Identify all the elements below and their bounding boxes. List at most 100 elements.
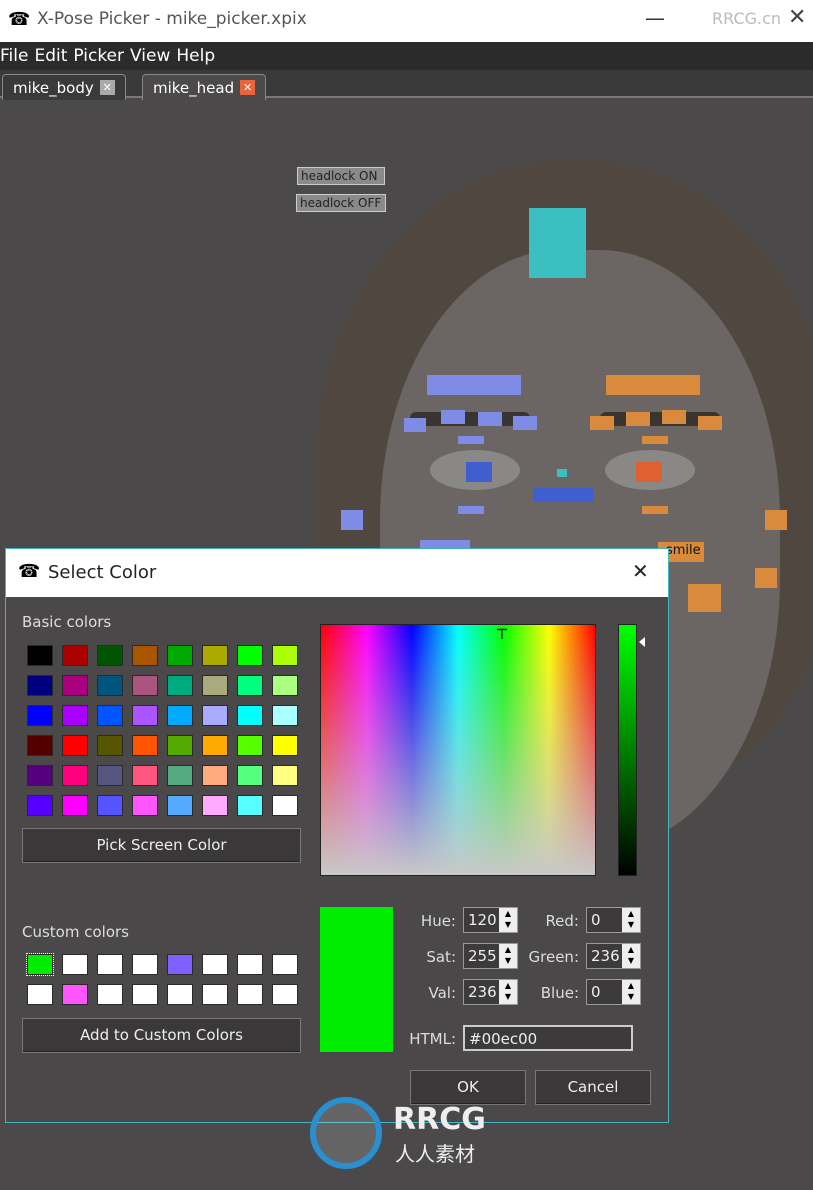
green-spinbox[interactable]: 236 ▲ ▼ (586, 943, 641, 969)
basic-color-swatch[interactable] (202, 735, 228, 756)
picker-control[interactable] (636, 462, 662, 482)
basic-color-swatch[interactable] (62, 735, 88, 756)
basic-color-swatch[interactable] (62, 645, 88, 666)
spin-arrows-icon[interactable]: ▲ ▼ (499, 980, 517, 1004)
custom-color-swatch[interactable] (97, 954, 123, 975)
custom-color-swatch[interactable] (272, 954, 298, 975)
basic-color-swatch[interactable] (27, 675, 53, 696)
picker-control[interactable] (466, 462, 492, 482)
menu-picker[interactable]: Picker (73, 42, 128, 70)
picker-control[interactable] (420, 540, 470, 548)
basic-color-swatch[interactable] (272, 705, 298, 726)
basic-color-swatch[interactable] (167, 765, 193, 786)
picker-control[interactable] (698, 416, 722, 430)
custom-color-swatch[interactable] (26, 953, 54, 976)
menu-edit[interactable]: Edit (34, 42, 71, 70)
picker-control[interactable] (513, 416, 537, 430)
menu-file[interactable]: File (0, 42, 32, 70)
custom-color-swatch[interactable] (272, 984, 298, 1005)
hue-spinbox[interactable]: 120 ▲ ▼ (463, 907, 518, 933)
close-window-button[interactable]: ✕ (788, 5, 806, 30)
close-tab-icon[interactable]: ✕ (99, 80, 115, 95)
custom-color-swatch[interactable] (62, 954, 88, 975)
basic-color-swatch[interactable] (202, 645, 228, 666)
basic-color-swatch[interactable] (97, 675, 123, 696)
picker-control[interactable] (404, 418, 426, 432)
spin-arrows-icon[interactable]: ▲ ▼ (622, 944, 640, 968)
picker-control[interactable] (341, 510, 363, 530)
basic-color-swatch[interactable] (167, 675, 193, 696)
menu-view[interactable]: View (130, 42, 174, 70)
picker-control[interactable] (765, 510, 787, 530)
picker-control[interactable] (606, 375, 700, 395)
custom-color-swatch[interactable] (97, 984, 123, 1005)
spin-arrows-icon[interactable]: ▲ ▼ (499, 944, 517, 968)
headlock-off-button[interactable]: headlock OFF (296, 194, 386, 212)
basic-color-swatch[interactable] (202, 795, 228, 816)
close-tab-icon[interactable]: ✕ (240, 80, 256, 95)
minimize-button[interactable]: — (645, 6, 665, 30)
basic-color-swatch[interactable] (237, 765, 263, 786)
basic-color-swatch[interactable] (97, 705, 123, 726)
html-input[interactable]: #00ec00 (463, 1025, 633, 1051)
ok-button[interactable]: OK (410, 1070, 526, 1105)
basic-color-swatch[interactable] (132, 765, 158, 786)
sat-spinbox[interactable]: 255 ▲ ▼ (463, 943, 518, 969)
basic-color-swatch[interactable] (237, 795, 263, 816)
custom-color-swatch[interactable] (237, 954, 263, 975)
picker-control[interactable] (533, 488, 593, 502)
spin-arrows-icon[interactable]: ▲ ▼ (622, 980, 640, 1004)
basic-color-swatch[interactable] (97, 645, 123, 666)
basic-color-swatch[interactable] (237, 645, 263, 666)
add-to-custom-colors-button[interactable]: Add to Custom Colors (22, 1018, 301, 1053)
basic-color-swatch[interactable] (132, 795, 158, 816)
picker-control[interactable] (662, 410, 686, 424)
spin-arrows-icon[interactable]: ▲ ▼ (499, 908, 517, 932)
picker-control[interactable] (458, 436, 484, 444)
custom-color-swatch[interactable] (132, 984, 158, 1005)
blue-spinbox[interactable]: 0 ▲ ▼ (586, 979, 641, 1005)
basic-color-swatch[interactable] (272, 765, 298, 786)
basic-color-swatch[interactable] (27, 765, 53, 786)
picker-control[interactable] (626, 412, 650, 426)
basic-color-swatch[interactable] (62, 765, 88, 786)
basic-color-swatch[interactable] (27, 645, 53, 666)
basic-color-swatch[interactable] (132, 705, 158, 726)
spin-arrows-icon[interactable]: ▲ ▼ (622, 908, 640, 932)
tab-mike-body[interactable]: mike_body ✕ (2, 74, 126, 100)
picker-control[interactable] (755, 568, 777, 588)
picker-control[interactable] (642, 436, 668, 444)
red-spinbox[interactable]: 0 ▲ ▼ (586, 907, 641, 933)
basic-color-swatch[interactable] (62, 795, 88, 816)
basic-color-swatch[interactable] (237, 675, 263, 696)
basic-color-swatch[interactable] (237, 735, 263, 756)
basic-color-swatch[interactable] (202, 675, 228, 696)
picker-control[interactable] (458, 506, 484, 514)
tab-mike-head[interactable]: mike_head ✕ (142, 74, 267, 100)
basic-color-swatch[interactable] (97, 765, 123, 786)
basic-color-swatch[interactable] (97, 735, 123, 756)
basic-color-swatch[interactable] (27, 735, 53, 756)
close-dialog-button[interactable]: ✕ (632, 559, 649, 583)
picker-control[interactable] (427, 375, 521, 395)
basic-color-swatch[interactable] (167, 795, 193, 816)
picker-control[interactable] (590, 416, 614, 430)
pick-screen-color-button[interactable]: Pick Screen Color (22, 828, 301, 863)
picker-control[interactable] (557, 469, 567, 477)
picker-control[interactable] (529, 208, 586, 278)
basic-color-swatch[interactable] (132, 675, 158, 696)
basic-color-swatch[interactable] (27, 795, 53, 816)
basic-color-swatch[interactable] (167, 645, 193, 666)
val-spinbox[interactable]: 236 ▲ ▼ (463, 979, 518, 1005)
basic-color-swatch[interactable] (202, 705, 228, 726)
custom-color-swatch[interactable] (237, 984, 263, 1005)
basic-color-swatch[interactable] (97, 795, 123, 816)
hue-saturation-spectrum[interactable]: ┬ (320, 622, 596, 876)
custom-color-swatch[interactable] (167, 984, 193, 1005)
spectrum-crosshair[interactable]: ┬ (497, 622, 517, 638)
picker-control[interactable] (688, 584, 721, 612)
basic-color-swatch[interactable] (272, 675, 298, 696)
basic-color-swatch[interactable] (272, 735, 298, 756)
value-slider-arrow[interactable] (639, 637, 645, 647)
basic-color-swatch[interactable] (167, 705, 193, 726)
